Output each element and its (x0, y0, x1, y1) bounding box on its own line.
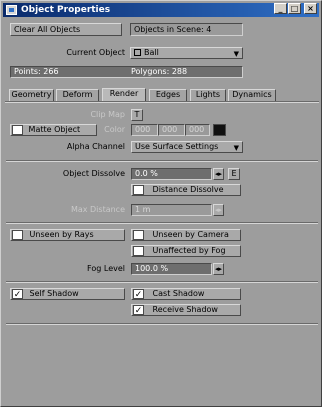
tab-lights[interactable]: Lights (190, 89, 226, 101)
current-object-value: Ball (144, 48, 159, 57)
receive-shadow-checkbox[interactable]: ✓ (133, 305, 144, 315)
unseen-by-rays-label: Unseen by Rays (29, 230, 94, 239)
tab-render[interactable]: Render (102, 88, 146, 101)
unseen-by-rays-toggle[interactable]: Unseen by Rays (10, 229, 125, 241)
envelope-button[interactable]: E (228, 168, 240, 180)
distance-dissolve-label: Distance Dissolve (152, 185, 224, 194)
unaffected-by-fog-checkbox[interactable] (133, 246, 144, 256)
receive-shadow-toggle[interactable]: ✓ Receive Shadow (131, 304, 241, 316)
color-blue-field[interactable]: 000 (185, 124, 210, 136)
tab-baseline (5, 101, 319, 103)
cast-shadow-label: Cast Shadow (152, 289, 205, 298)
cast-shadow-toggle[interactable]: ✓ Cast Shadow (131, 288, 241, 300)
divider (6, 323, 318, 325)
object-dissolve-label: Object Dissolve (62, 169, 125, 178)
maximize-button[interactable]: □ (288, 3, 301, 14)
unaffected-by-fog-toggle[interactable]: Unaffected by Fog (131, 245, 241, 257)
window-title: Object Properties (21, 5, 111, 15)
unseen-by-camera-checkbox[interactable] (133, 230, 144, 240)
clip-map-texture-button[interactable]: T (131, 109, 143, 121)
tab-dynamics[interactable]: Dynamics (228, 89, 276, 101)
distance-dissolve-checkbox[interactable] (133, 185, 144, 195)
alpha-channel-label: Alpha Channel (66, 142, 125, 151)
clear-all-objects-button[interactable]: Clear All Objects (10, 23, 122, 36)
points-count: Points: 266 (14, 67, 59, 76)
matte-object-toggle[interactable]: Matte Object (10, 124, 97, 136)
distance-dissolve-toggle[interactable]: Distance Dissolve (131, 184, 241, 196)
color-green-field[interactable]: 000 (158, 124, 185, 136)
divider (6, 281, 318, 283)
color-red-field[interactable]: 000 (131, 124, 158, 136)
stats-bar: Points: 266 Polygons: 288 (10, 66, 243, 78)
tab-deform[interactable]: Deform (56, 89, 99, 101)
current-object-label: Current Object (66, 48, 125, 57)
max-distance-label: Max Distance (70, 205, 125, 214)
tab-geometry[interactable]: Geometry (9, 89, 54, 101)
object-dissolve-field[interactable]: 0.0 % (131, 168, 212, 180)
matte-object-checkbox[interactable] (12, 125, 23, 135)
self-shadow-toggle[interactable]: ✓ Self Shadow (10, 288, 125, 300)
color-swatch[interactable] (213, 124, 226, 136)
slider-arrows-icon[interactable]: ◂▸ (213, 204, 224, 216)
unaffected-by-fog-label: Unaffected by Fog (152, 246, 226, 255)
object-icon (134, 49, 141, 56)
title-bar[interactable]: Object Properties (3, 3, 319, 17)
divider (6, 160, 318, 162)
color-label: Color (104, 125, 125, 134)
unseen-by-camera-label: Unseen by Camera (152, 230, 229, 239)
alpha-channel-value: Use Surface Settings (135, 142, 219, 151)
object-properties-window: Object Properties _ □ × Clear All Object… (0, 0, 322, 407)
close-button[interactable]: × (304, 3, 317, 14)
objects-in-scene-display: Objects in Scene: 4 (130, 23, 243, 36)
self-shadow-label: Self Shadow (29, 289, 79, 298)
chevron-down-icon: ▼ (233, 50, 239, 58)
current-object-dropdown[interactable]: Ball ▼ (130, 47, 243, 59)
slider-arrows-icon[interactable]: ◂▸ (213, 263, 224, 275)
self-shadow-checkbox[interactable]: ✓ (12, 289, 23, 299)
tab-edges[interactable]: Edges (149, 89, 187, 101)
alpha-channel-dropdown[interactable]: Use Surface Settings ▼ (131, 141, 243, 153)
receive-shadow-label: Receive Shadow (152, 305, 218, 314)
fog-level-field[interactable]: 100.0 % (131, 263, 212, 275)
max-distance-field[interactable]: 1 m (131, 204, 212, 216)
fog-level-label: Fog Level (87, 264, 125, 273)
polygons-count: Polygons: 288 (131, 67, 188, 76)
chevron-down-icon: ▼ (233, 144, 239, 152)
clip-map-label: Clip Map (90, 110, 125, 119)
cast-shadow-checkbox[interactable]: ✓ (133, 289, 144, 299)
unseen-by-camera-toggle[interactable]: Unseen by Camera (131, 229, 241, 241)
matte-object-label: Matte Object (28, 125, 81, 134)
divider (6, 222, 318, 224)
slider-arrows-icon[interactable]: ◂▸ (213, 168, 224, 180)
minimize-button[interactable]: _ (274, 3, 287, 14)
app-icon (6, 5, 17, 15)
unseen-by-rays-checkbox[interactable] (12, 230, 23, 240)
